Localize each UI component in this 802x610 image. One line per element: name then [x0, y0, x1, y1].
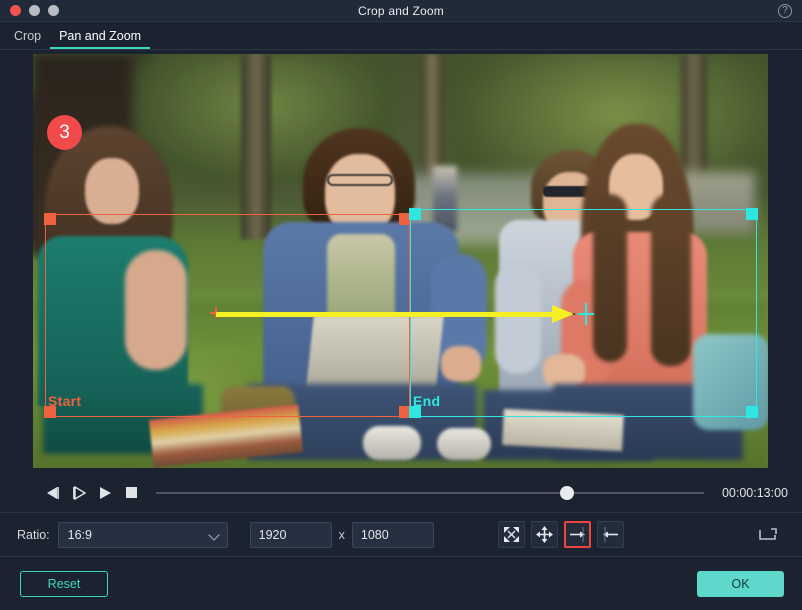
title-bar: Crop and Zoom ? — [0, 0, 802, 22]
ratio-select[interactable]: 16:9 — [57, 521, 228, 548]
stop-icon[interactable] — [118, 480, 144, 506]
reset-button[interactable]: Reset — [20, 570, 108, 597]
fit-to-frame-button[interactable] — [497, 521, 525, 548]
motion-direction-arrow-icon — [216, 305, 574, 323]
question-circle-icon[interactable]: ? — [778, 4, 792, 18]
transport-bar: 00:00:13:00 — [0, 473, 802, 513]
dimension-separator: x — [338, 527, 345, 542]
height-input[interactable]: 1080 — [351, 521, 434, 548]
tab-bar: Crop Pan and Zoom — [0, 22, 802, 50]
end-handle-top-left[interactable] — [409, 208, 421, 220]
move-arrows-icon — [535, 526, 553, 543]
footer-bar: Reset OK — [0, 557, 802, 610]
zoom-in-button[interactable] — [563, 521, 591, 548]
next-frame-icon[interactable] — [66, 480, 92, 506]
zoom-out-button[interactable] — [596, 521, 624, 548]
ratio-label: Ratio: — [17, 527, 50, 542]
close-button[interactable] — [10, 5, 21, 16]
start-handle-top-left[interactable] — [44, 213, 56, 225]
maximize-button[interactable] — [48, 5, 59, 16]
width-input[interactable]: 1920 — [249, 521, 332, 548]
timecode-display: 00:00:13:00 — [721, 485, 788, 500]
crop-and-zoom-window: Crop and Zoom ? Crop Pan and Zoom 3 Star… — [0, 0, 802, 610]
options-bar: Ratio: 16:9 1920 x 1080 — [0, 513, 802, 557]
window-title: Crop and Zoom — [358, 3, 444, 18]
pan-move-button[interactable] — [530, 521, 558, 548]
tab-crop[interactable]: Crop — [5, 29, 50, 49]
end-center-crosshair-icon — [578, 303, 594, 325]
play-icon[interactable] — [92, 480, 118, 506]
arrow-left-icon — [602, 527, 618, 542]
arrow-right-icon — [569, 527, 585, 542]
end-handle-bottom-right[interactable] — [746, 406, 758, 418]
playhead-slider-handle[interactable] — [560, 485, 574, 500]
end-handle-top-right[interactable] — [746, 208, 758, 220]
step-number-badge: 3 — [47, 115, 82, 150]
ok-button[interactable]: OK — [697, 570, 784, 597]
crop-icon[interactable] — [758, 527, 778, 543]
ratio-select-value: 16:9 — [67, 527, 92, 542]
tab-pan-and-zoom[interactable]: Pan and Zoom — [50, 29, 151, 49]
start-label: Start — [48, 393, 82, 409]
previous-frame-icon[interactable] — [40, 480, 66, 506]
collapse-arrows-icon — [503, 527, 519, 542]
preview-area[interactable]: 3 Start End — [0, 51, 802, 473]
window-controls — [10, 5, 59, 16]
playhead-slider[interactable] — [156, 485, 704, 500]
end-label: End — [413, 393, 441, 409]
chevron-down-icon — [207, 528, 220, 541]
minimize-button[interactable] — [29, 5, 40, 16]
